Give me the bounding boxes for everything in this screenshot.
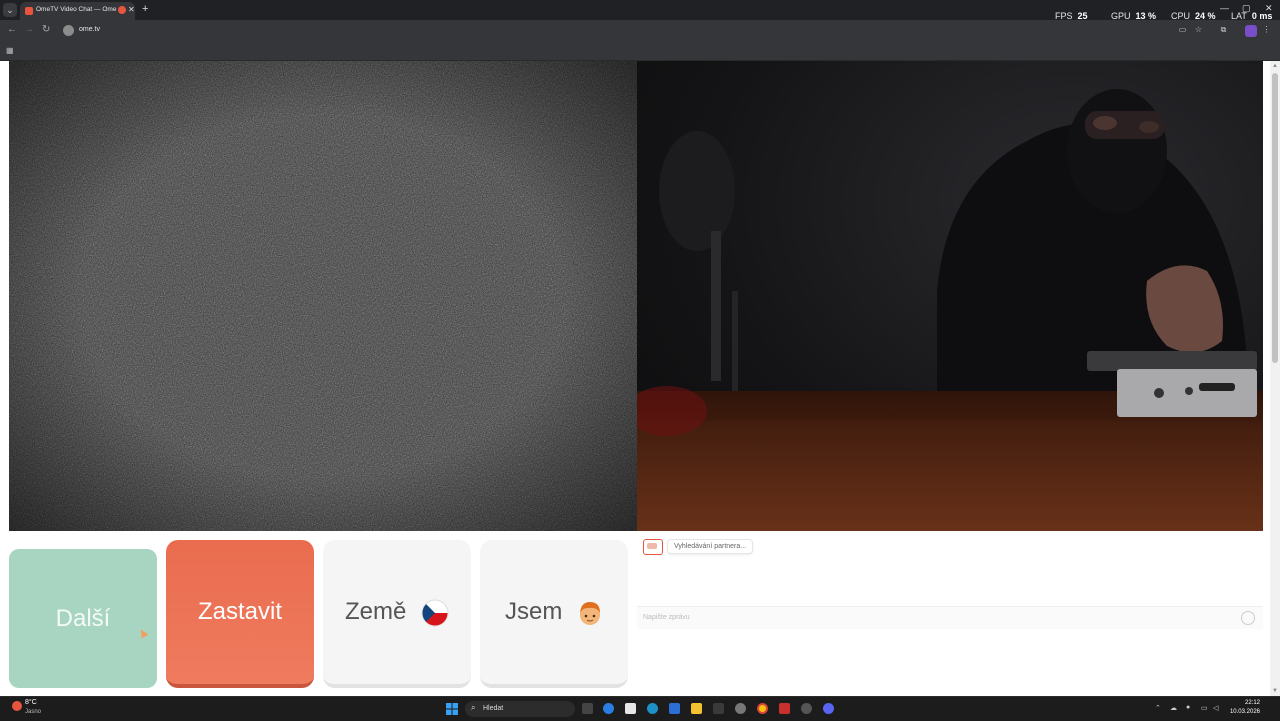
extensions-icon[interactable]: ⧉: [1219, 25, 1228, 34]
czech-flag-icon: [421, 599, 449, 627]
app-icon-grey[interactable]: [735, 703, 746, 714]
chrome-icon[interactable]: [757, 703, 768, 714]
weather-icon[interactable]: [12, 701, 22, 711]
gender-select-button[interactable]: Jsem: [480, 540, 628, 688]
chat-message-input[interactable]: Napište zprávu: [637, 606, 1263, 629]
tray-mic-icon[interactable]: ●: [1186, 704, 1190, 711]
app-icon-red[interactable]: [779, 703, 790, 714]
reload-button[interactable]: ↻: [42, 24, 50, 35]
bookmark-star-icon[interactable]: ☆: [1194, 25, 1203, 34]
task-view-icon[interactable]: [582, 703, 593, 714]
maximize-button[interactable]: ▢: [1242, 3, 1251, 14]
copilot-icon[interactable]: [603, 703, 614, 714]
me-label-row: Jsem: [480, 598, 628, 627]
edge-icon[interactable]: [647, 703, 658, 714]
static-noise-graphic: [9, 61, 637, 531]
app-icon-dark[interactable]: [713, 703, 724, 714]
page-content: Další Zastavit Země Jsem Vyhledávání par…: [0, 61, 1270, 696]
tray-chevron-icon[interactable]: ⌃: [1155, 704, 1161, 712]
emoji-icon[interactable]: [1241, 611, 1255, 625]
stop-label: Zastavit: [197, 598, 283, 625]
forward-button[interactable]: →: [24, 24, 34, 35]
tray-volume-icon[interactable]: ◁: [1213, 704, 1218, 712]
taskbar-search[interactable]: ⌕ Hledat: [465, 701, 575, 717]
profile-avatar[interactable]: [1245, 25, 1257, 37]
boy-emoji-icon: [580, 601, 600, 625]
site-info-icon[interactable]: [63, 25, 74, 36]
recording-indicator-icon: [118, 6, 126, 14]
clock-date[interactable]: 10.03.2026: [1226, 709, 1260, 715]
address-bar[interactable]: ome.tv: [79, 26, 100, 33]
scroll-down-icon[interactable]: ▼: [1272, 688, 1278, 694]
clock-time[interactable]: 22:12: [1236, 700, 1260, 706]
page-scrollbar[interactable]: ▲ ▼: [1270, 61, 1280, 696]
country-label: Země: [344, 598, 407, 625]
tab-strip: ⌄ OmeTV Video Chat — Ome ✕ + FPS 25 GPU …: [0, 0, 1280, 21]
tab-close-icon[interactable]: ✕: [128, 5, 135, 14]
minimize-button[interactable]: —: [1220, 3, 1229, 13]
tab-title: OmeTV Video Chat — Ome: [36, 6, 117, 13]
apps-grid-icon[interactable]: ▦: [6, 46, 14, 55]
close-window-button[interactable]: ✕: [1265, 3, 1273, 14]
ometv-logo-icon: [643, 539, 663, 555]
country-label-row: Země: [323, 598, 471, 627]
chat-status-message: Vyhledávání partnera...: [667, 539, 754, 554]
file-explorer-icon[interactable]: [691, 703, 702, 714]
weather-temp: 8°C: [25, 699, 37, 706]
app-icon-settings[interactable]: [801, 703, 812, 714]
taskbar-search-text: Hledat: [483, 705, 504, 712]
next-label: Další: [55, 605, 111, 632]
new-tab-button[interactable]: +: [142, 3, 148, 15]
me-label: Jsem: [504, 598, 563, 625]
cast-icon[interactable]: ▭: [1178, 25, 1187, 34]
camera-scene-graphic: [637, 89, 1263, 531]
scroll-up-icon[interactable]: ▲: [1272, 63, 1278, 69]
chat-input-placeholder: Napište zprávu: [643, 614, 690, 621]
stop-button[interactable]: Zastavit: [166, 540, 314, 688]
search-icon: ⌕: [471, 703, 476, 712]
self-camera-video: [637, 61, 1263, 531]
menu-kebab-icon[interactable]: ⋮: [1262, 25, 1271, 34]
discord-icon[interactable]: [823, 703, 834, 714]
browser-toolbar: ← → ↻ ome.tv ▭ ☆ ⧉ ⋮: [0, 20, 1280, 42]
tab-search-button[interactable]: ⌄: [3, 3, 17, 17]
partner-video-static: [9, 61, 637, 531]
taskbar: 8°C Jasno ⌕ Hledat ⌃ ☁ ● ▭ ◁ 22:12 10.03…: [0, 696, 1280, 721]
country-filter-button[interactable]: Země: [323, 540, 471, 688]
tray-cloud-icon[interactable]: ☁: [1170, 704, 1177, 712]
bookmarks-bar: ▦: [0, 42, 1280, 61]
back-button[interactable]: ←: [7, 24, 17, 35]
weather-desc: Jasno: [25, 709, 42, 715]
mail-icon[interactable]: [669, 703, 680, 714]
tray-network-icon[interactable]: ▭: [1201, 704, 1208, 712]
windows-start-icon[interactable]: [446, 703, 458, 715]
scrollbar-thumb[interactable]: [1272, 73, 1278, 363]
store-icon[interactable]: [625, 703, 636, 714]
tab-ometv[interactable]: OmeTV Video Chat — Ome ✕: [20, 2, 135, 20]
next-button[interactable]: Další: [9, 549, 157, 688]
ometv-favicon-icon: [25, 7, 33, 15]
